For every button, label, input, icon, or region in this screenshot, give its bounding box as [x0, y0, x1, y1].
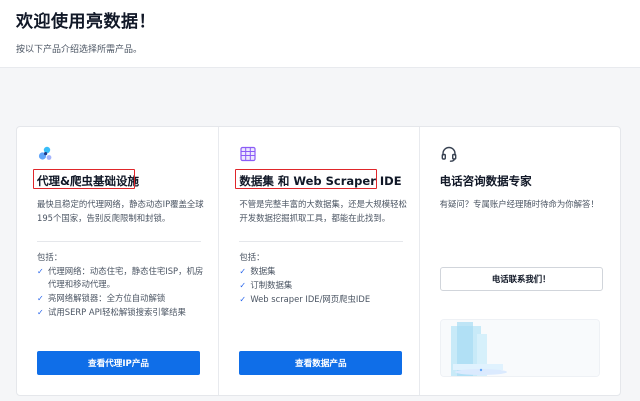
dataset-table-icon — [239, 145, 257, 163]
proxy-nodes-icon — [37, 145, 55, 163]
check-icon: ✓ — [239, 267, 247, 276]
card-title: 电话咨询数据专家 — [439, 174, 532, 188]
view-data-products-button[interactable]: 查看数据产品 — [239, 351, 403, 375]
list-item: ✓ Web scraper IDE/网页爬虫IDE — [239, 294, 371, 304]
feature-list: ✓ 代理网络：动态住宅，静态住宅ISP，机房代理和移动代理。 ✓ 亮网络解锁器：全方… — [37, 265, 209, 320]
card-divider — [37, 241, 201, 242]
card-proxy-infrastructure: 代理&爬虫基础设施 最快且稳定的代理网络，静态动态IP覆盖全球195个国家，告别… — [17, 127, 218, 395]
headset-icon — [440, 145, 458, 163]
card-description: 有疑问？专属账户经理随时待命为你解答！ — [439, 199, 599, 209]
check-icon: ✓ — [37, 267, 44, 276]
highlight-box — [33, 169, 135, 189]
card-description: 最快且稳定的代理网络，静态动态IP覆盖全球195个国家，告别反爬限制和封锁。 — [37, 199, 204, 223]
includes-label: 包括： — [239, 252, 265, 262]
card-expert-consult: 电话咨询数据专家 有疑问？专属账户经理随时待命为你解答！ 电话联系我们！ — [418, 127, 620, 395]
card-datasets: 数据集 和 Web Scraper IDE 不管是完整丰富的大数据集，还是大规模… — [218, 127, 418, 395]
includes-label: 包括： — [37, 252, 63, 262]
check-icon: ✓ — [239, 281, 247, 290]
contact-us-button[interactable]: 电话联系我们！ — [439, 267, 603, 291]
feature-list: ✓ 数据集 ✓ 订制数据集 ✓ Web scraper IDE/网页爬虫IDE — [239, 265, 411, 307]
illustration-image — [439, 319, 600, 377]
card-description: 不管是完整丰富的大数据集，还是大规模轻松开发数据挖掘抓取工具，都能在此找到。 — [239, 199, 407, 223]
highlight-box — [235, 169, 378, 189]
product-cards: 代理&爬虫基础设施 最快且稳定的代理网络，静态动态IP覆盖全球195个国家，告别… — [16, 126, 621, 396]
view-proxy-products-button[interactable]: 查看代理IP产品 — [37, 351, 200, 375]
list-item: ✓ 数据集 — [239, 266, 276, 276]
card-divider — [239, 241, 404, 242]
check-icon: ✓ — [37, 308, 44, 317]
check-icon: ✓ — [239, 295, 247, 304]
list-item: ✓ 试用SERP API轻松解锁搜索引擎结果 — [37, 307, 186, 317]
list-item: ✓ 订制数据集 — [239, 280, 293, 290]
page-subtitle: 按以下产品介绍选择所需产品。 — [16, 45, 143, 55]
check-icon: ✓ — [37, 294, 44, 303]
building-illustration-icon — [440, 320, 599, 376]
page-header: 欢迎使用亮数据！ 按以下产品介绍选择所需产品。 — [0, 0, 640, 68]
list-item: ✓ 代理网络：动态住宅，静态住宅ISP，机房代理和移动代理。 — [37, 266, 204, 289]
page-title: 欢迎使用亮数据！ — [16, 12, 156, 32]
list-item: ✓ 亮网络解锁器：全方位自动解锁 — [37, 293, 166, 303]
